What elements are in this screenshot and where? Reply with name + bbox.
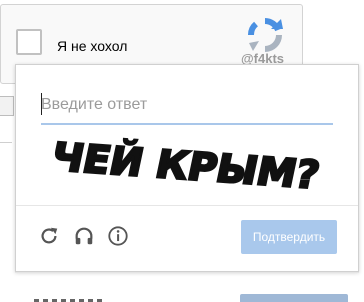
answer-input[interactable] — [41, 87, 333, 125]
headphones-icon[interactable] — [73, 225, 95, 247]
text-cursor — [41, 93, 42, 115]
refresh-icon[interactable] — [38, 225, 60, 247]
captcha-text: ЧЕЙ КРЫМ? — [51, 133, 324, 197]
confirm-button[interactable]: Подтвердить — [241, 220, 337, 254]
page-background-button-edge — [0, 96, 14, 116]
page-background-divider-lower — [15, 272, 359, 273]
recaptcha-logo-icon — [248, 18, 283, 52]
captcha-image: ЧЕЙ КРЫМ? — [51, 132, 325, 197]
page-background-text-fragment — [34, 294, 134, 302]
page-background-button-fragment — [240, 294, 348, 302]
captcha-popup: ЧЕЙ КРЫМ? Подтвердить — [15, 64, 359, 272]
page-background-divider — [0, 142, 12, 143]
checkbox-label: Я не хохол — [57, 38, 128, 54]
info-icon[interactable] — [107, 225, 129, 247]
toolbar-divider — [16, 205, 358, 206]
not-robot-checkbox[interactable] — [16, 29, 42, 55]
